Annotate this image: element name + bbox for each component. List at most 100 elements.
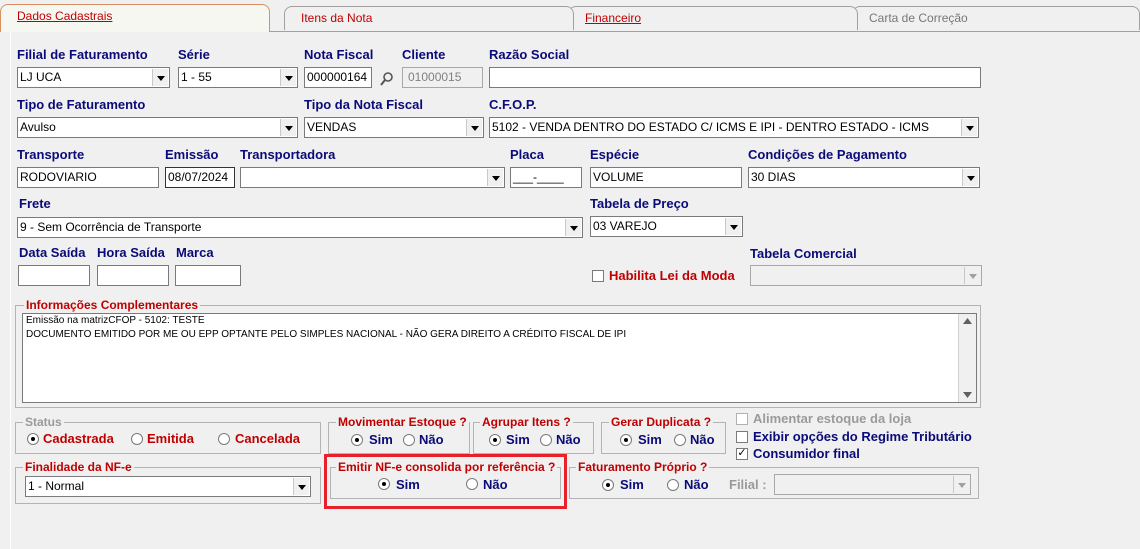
emissao-input[interactable]: 08/07/2024 (165, 167, 235, 188)
serie-label: Série (178, 47, 210, 62)
tab-financeiro[interactable]: Financeiro (568, 6, 858, 30)
nota-fiscal-input[interactable]: 000000164 (304, 67, 372, 88)
info-title: Informações Complementares (24, 298, 201, 312)
agrupar-nao-radio[interactable] (540, 434, 552, 446)
frete-label: Frete (19, 196, 51, 211)
cfop-label: C.F.O.P. (489, 97, 537, 112)
emitir-nao-radio[interactable] (466, 478, 478, 490)
faturamento-nao-radio[interactable] (667, 479, 679, 491)
emitir-sim-radio[interactable] (378, 478, 390, 490)
cliente-label: Cliente (402, 47, 446, 62)
transporte-input[interactable]: RODOVIARIO (17, 167, 159, 188)
tipo-faturamento-label: Tipo de Faturamento (17, 97, 146, 112)
exibir-label: Exibir opções do Regime Tributário (753, 429, 972, 444)
chevron-down-icon[interactable] (961, 119, 977, 136)
data-saida-input[interactable] (18, 265, 90, 286)
condicoes-label: Condições de Pagamento (748, 147, 907, 162)
movimentar-nao-radio[interactable] (403, 434, 415, 446)
search-icon[interactable] (378, 70, 396, 88)
gerar-nao-label: Não (690, 432, 715, 447)
scrollbar[interactable] (958, 314, 976, 402)
status-cancelada-radio[interactable] (218, 433, 230, 445)
tab-carta-correcao[interactable]: Carta de Correção (852, 6, 1140, 30)
agrupar-title: Agrupar Itens ? (480, 415, 573, 429)
status-cancelada-label: Cancelada (235, 431, 301, 446)
marca-label: Marca (176, 245, 214, 260)
especie-input[interactable]: VOLUME (590, 167, 742, 188)
finalidade-title: Finalidade da NF-e (23, 460, 134, 474)
tipo-nota-label: Tipo da Nota Fiscal (304, 97, 423, 112)
placa-input[interactable]: ___-____ (510, 167, 582, 188)
chevron-down-icon[interactable] (565, 219, 581, 236)
transportadora-label: Transportadora (240, 147, 336, 162)
placa-label: Placa (510, 147, 544, 162)
checkmark-icon: ✓ (737, 447, 747, 459)
chevron-down-icon[interactable] (487, 169, 503, 186)
status-emitida-radio[interactable] (131, 433, 143, 445)
emitir-sim-label: Sim (396, 477, 420, 492)
frete-select[interactable]: 9 - Sem Ocorrência de Transporte (17, 217, 583, 238)
hora-saida-label: Hora Saída (97, 245, 165, 260)
emitir-title: Emitir NF-e consolida por referência ? (336, 460, 558, 474)
finalidade-select[interactable]: 1 - Normal (25, 476, 311, 497)
agrupar-sim-label: Sim (506, 432, 530, 447)
info-textarea[interactable]: Emissão na matrizCFOP - 5102: TESTE DOCU… (22, 313, 977, 403)
razao-social-input[interactable] (489, 67, 981, 88)
condicoes-select[interactable]: 30 DIAS (748, 167, 980, 188)
status-cadastrada-label: Cadastrada (43, 431, 114, 446)
gerar-title: Gerar Duplicata ? (609, 415, 714, 429)
agrupar-nao-label: Não (556, 432, 581, 447)
consumidor-label: Consumidor final (753, 446, 860, 461)
faturamento-sim-label: Sim (620, 477, 644, 492)
scroll-up-icon[interactable] (963, 318, 972, 324)
hora-saida-input[interactable] (97, 265, 169, 286)
marca-input[interactable] (175, 265, 241, 286)
cfop-select[interactable]: 5102 - VENDA DENTRO DO ESTADO C/ ICMS E … (489, 117, 979, 138)
movimentar-title: Movimentar Estoque ? (336, 415, 469, 429)
chevron-down-icon[interactable] (280, 69, 296, 86)
tabela-preco-select[interactable]: 03 VAREJO (590, 216, 743, 237)
agrupar-sim-radio[interactable] (489, 434, 501, 446)
consumidor-checkbox[interactable]: ✓ (736, 448, 748, 460)
faturamento-nao-label: Não (684, 477, 709, 492)
status-cadastrada-radio[interactable] (27, 433, 39, 445)
tabela-preco-label: Tabela de Preço (590, 196, 689, 211)
filial-select[interactable]: LJ UCA (17, 67, 170, 88)
chevron-down-icon[interactable] (962, 169, 978, 186)
emitir-nao-label: Não (483, 477, 508, 492)
tipo-faturamento-select[interactable]: Avulso (17, 117, 298, 138)
faturamento-filial-label: Filial : (729, 477, 767, 492)
chevron-down-icon[interactable] (293, 478, 309, 495)
data-saida-label: Data Saída (19, 245, 86, 260)
chevron-down-icon[interactable] (725, 218, 741, 235)
movimentar-sim-label: Sim (369, 432, 393, 447)
especie-label: Espécie (590, 147, 640, 162)
chevron-down-icon[interactable] (152, 69, 168, 86)
movimentar-sim-radio[interactable] (351, 434, 363, 446)
nota-fiscal-label: Nota Fiscal (304, 47, 374, 62)
scroll-down-icon[interactable] (963, 392, 972, 398)
faturamento-filial-select[interactable] (774, 474, 971, 495)
gerar-nao-radio[interactable] (674, 434, 686, 446)
tabela-comercial-select[interactable] (750, 265, 982, 286)
info-line: Emissão na matrizCFOP - 5102: TESTE (26, 315, 205, 326)
serie-select[interactable]: 1 - 55 (178, 67, 298, 88)
habilita-lei-checkbox[interactable] (592, 270, 604, 282)
chevron-down-icon[interactable] (953, 476, 969, 493)
chevron-down-icon[interactable] (964, 267, 980, 284)
status-emitida-label: Emitida (147, 431, 194, 446)
transporte-label: Transporte (17, 147, 85, 162)
chevron-down-icon[interactable] (466, 119, 482, 136)
chevron-down-icon[interactable] (280, 119, 296, 136)
tipo-nota-select[interactable]: VENDAS (304, 117, 484, 138)
alimentar-checkbox[interactable] (736, 413, 748, 425)
tab-dados-cadastrais[interactable]: Dados Cadastrais (0, 4, 270, 32)
cliente-input[interactable]: 01000015 (402, 67, 483, 88)
gerar-sim-radio[interactable] (620, 434, 632, 446)
faturamento-sim-radio[interactable] (602, 479, 614, 491)
exibir-checkbox[interactable] (736, 431, 748, 443)
tab-itens-nota[interactable]: Itens da Nota (284, 6, 574, 30)
faturamento-title: Faturamento Próprio ? (576, 460, 710, 474)
razao-social-label: Razão Social (489, 47, 570, 62)
transportadora-select[interactable] (240, 167, 505, 188)
